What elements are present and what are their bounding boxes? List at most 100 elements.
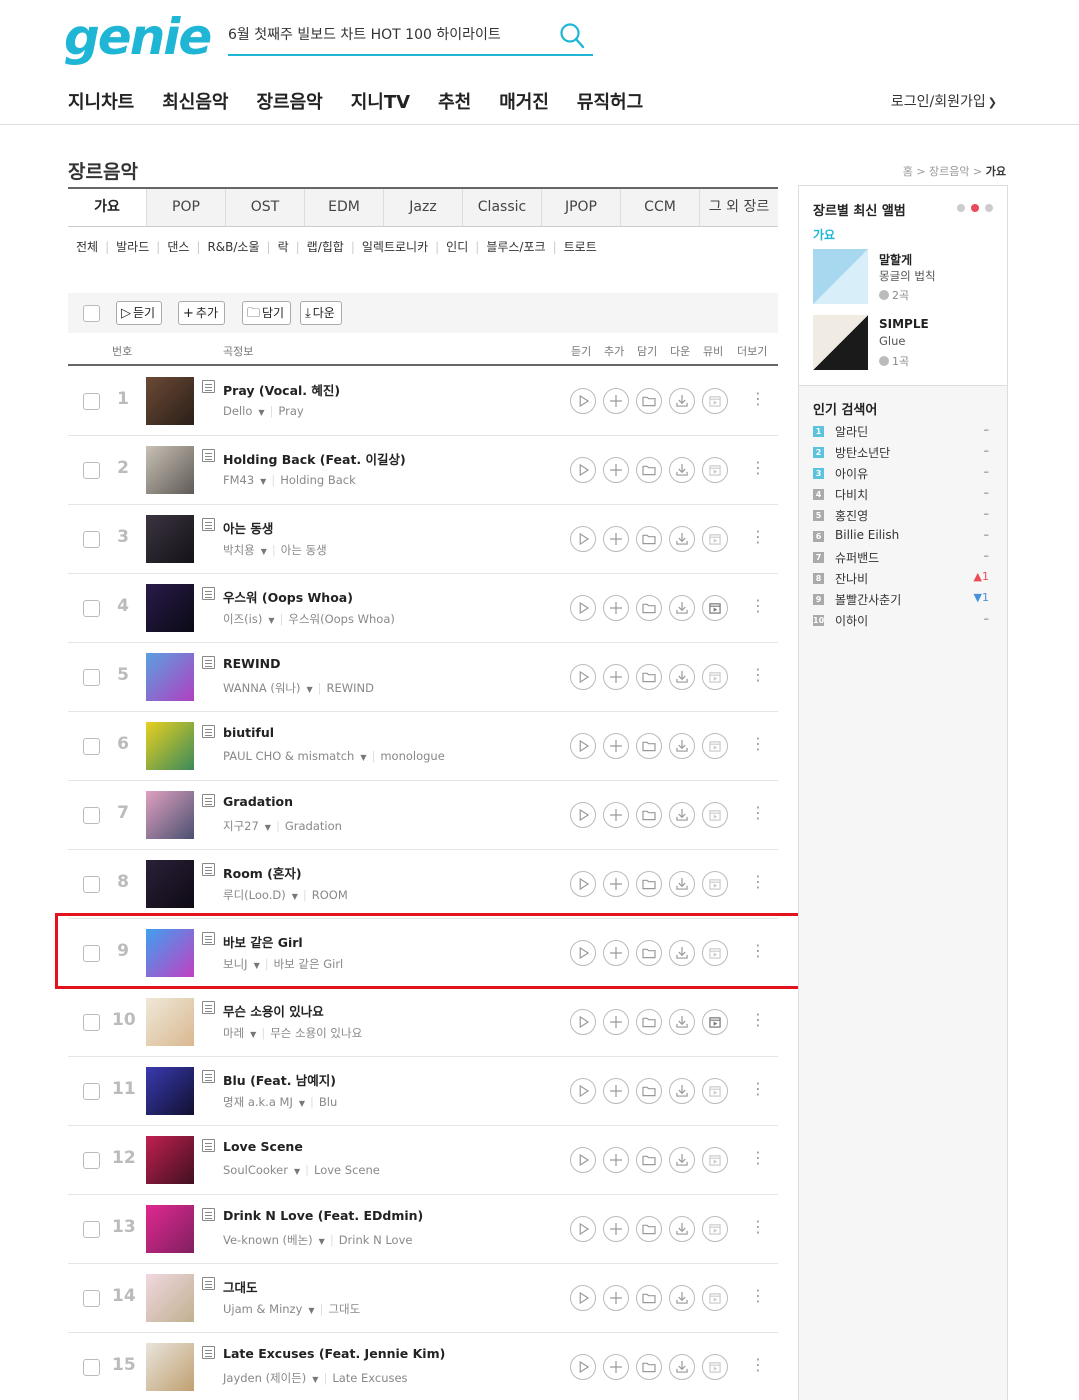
track-title[interactable]: Drink N Love (Feat. EDdmin) bbox=[223, 1208, 423, 1223]
track-album[interactable]: Gradation bbox=[285, 819, 342, 833]
track-artist[interactable]: 마레 bbox=[223, 1026, 244, 1040]
tab-pop[interactable]: POP bbox=[146, 189, 225, 226]
caret-down-icon[interactable]: ▼ bbox=[306, 685, 312, 694]
subgenre-all[interactable]: 전체 bbox=[76, 238, 98, 255]
track-title[interactable]: Room (혼자) bbox=[223, 863, 302, 882]
popular-search-item[interactable]: 9 볼빨간사춘기 ▼1 bbox=[813, 590, 993, 611]
lyrics-icon[interactable] bbox=[202, 794, 215, 807]
music-video-icon[interactable] bbox=[702, 733, 728, 759]
row-checkbox[interactable] bbox=[83, 531, 100, 548]
lyrics-icon[interactable] bbox=[202, 1001, 215, 1014]
download-icon[interactable] bbox=[669, 1285, 695, 1311]
add-icon[interactable] bbox=[603, 733, 629, 759]
more-options-icon[interactable]: ⋮ bbox=[750, 1011, 766, 1029]
popular-keyword[interactable]: 슈퍼밴드 bbox=[835, 549, 879, 566]
track-artist[interactable]: 루디(Loo.D) bbox=[223, 888, 286, 902]
caret-down-icon[interactable]: ▼ bbox=[258, 408, 264, 417]
row-checkbox[interactable] bbox=[83, 462, 100, 479]
add-icon[interactable] bbox=[603, 595, 629, 621]
download-icon[interactable] bbox=[669, 1216, 695, 1242]
music-video-icon[interactable] bbox=[702, 1285, 728, 1311]
download-icon[interactable] bbox=[669, 1078, 695, 1104]
track-album[interactable]: monologue bbox=[380, 749, 444, 763]
save-button[interactable]: 🗀 담기 bbox=[242, 301, 292, 325]
lyrics-icon[interactable] bbox=[202, 725, 215, 738]
track-title[interactable]: 무슨 소용이 있나요 bbox=[223, 1001, 324, 1020]
track-album[interactable]: Holding Back bbox=[280, 473, 356, 487]
play-icon[interactable] bbox=[570, 1216, 596, 1242]
add-icon[interactable] bbox=[603, 871, 629, 897]
album-cover[interactable] bbox=[146, 791, 194, 839]
popular-search-item[interactable]: 5 홍진영 – bbox=[813, 506, 993, 527]
row-checkbox[interactable] bbox=[83, 1221, 100, 1238]
play-icon[interactable] bbox=[570, 457, 596, 483]
tab-ccm[interactable]: CCM bbox=[620, 189, 699, 226]
caret-down-icon[interactable]: ▼ bbox=[250, 1030, 256, 1039]
more-options-icon[interactable]: ⋮ bbox=[750, 873, 766, 891]
album-name[interactable]: 말할게 bbox=[879, 251, 912, 268]
carousel-dot-active[interactable] bbox=[971, 204, 979, 212]
play-icon[interactable] bbox=[570, 871, 596, 897]
download-icon[interactable] bbox=[669, 733, 695, 759]
lyrics-icon[interactable] bbox=[202, 1277, 215, 1290]
search-input[interactable] bbox=[228, 26, 548, 42]
popular-search-item[interactable]: 10 이하이 – bbox=[813, 611, 993, 632]
play-icon[interactable] bbox=[570, 664, 596, 690]
subgenre-rock[interactable]: 락 bbox=[260, 238, 289, 255]
track-title[interactable]: 그대도 bbox=[223, 1277, 258, 1296]
tab-other-genres[interactable]: 그 외 장르 bbox=[699, 189, 778, 226]
album-cover[interactable] bbox=[146, 1274, 194, 1322]
track-album[interactable]: Pray bbox=[278, 404, 303, 418]
track-album[interactable]: 아는 동생 bbox=[281, 543, 327, 557]
play-icon[interactable] bbox=[570, 1078, 596, 1104]
subgenre-trot[interactable]: 트로트 bbox=[546, 238, 597, 255]
track-artist[interactable]: PAUL CHO & mismatch bbox=[223, 749, 354, 763]
subgenre-blues-folk[interactable]: 블루스/포크 bbox=[468, 238, 545, 255]
play-icon[interactable] bbox=[570, 1354, 596, 1380]
row-checkbox[interactable] bbox=[83, 1152, 100, 1169]
more-options-icon[interactable]: ⋮ bbox=[750, 1149, 766, 1167]
track-artist[interactable]: Ve-known (베논) bbox=[223, 1233, 313, 1247]
add-button[interactable]: + 추가 bbox=[178, 301, 225, 325]
lyrics-icon[interactable] bbox=[202, 1070, 215, 1083]
album-item[interactable]: SIMPLE Glue 1곡 bbox=[813, 315, 1003, 371]
download-icon[interactable] bbox=[669, 526, 695, 552]
folder-icon[interactable] bbox=[636, 871, 662, 897]
track-artist[interactable]: 박치용 bbox=[223, 543, 255, 557]
folder-icon[interactable] bbox=[636, 1354, 662, 1380]
subgenre-dance[interactable]: 댄스 bbox=[149, 238, 189, 255]
caret-down-icon[interactable]: ▼ bbox=[308, 1306, 314, 1315]
track-artist[interactable]: 지구27 bbox=[223, 819, 259, 833]
search-icon[interactable] bbox=[559, 22, 585, 50]
row-checkbox[interactable] bbox=[83, 393, 100, 410]
folder-icon[interactable] bbox=[636, 1009, 662, 1035]
popular-keyword[interactable]: 홍진영 bbox=[835, 507, 868, 524]
tab-classic[interactable]: Classic bbox=[462, 189, 541, 226]
track-title[interactable]: REWIND bbox=[223, 656, 280, 671]
caret-down-icon[interactable]: ▼ bbox=[265, 823, 271, 832]
breadcrumb-genre[interactable]: 장르음악 bbox=[929, 165, 969, 178]
subgenre-indie[interactable]: 인디 bbox=[428, 238, 468, 255]
add-icon[interactable] bbox=[603, 388, 629, 414]
more-options-icon[interactable]: ⋮ bbox=[750, 1080, 766, 1098]
popular-keyword[interactable]: 이하이 bbox=[835, 612, 868, 629]
more-options-icon[interactable]: ⋮ bbox=[750, 1218, 766, 1236]
folder-icon[interactable] bbox=[636, 388, 662, 414]
nav-new-music[interactable]: 최신음악 bbox=[162, 88, 228, 114]
music-video-icon[interactable] bbox=[702, 1216, 728, 1242]
album-cover[interactable] bbox=[813, 249, 868, 304]
popular-keyword[interactable]: Billie Eilish bbox=[835, 528, 899, 542]
more-options-icon[interactable]: ⋮ bbox=[750, 390, 766, 408]
latest-category[interactable]: 가요 bbox=[813, 226, 835, 243]
popular-keyword[interactable]: 잔나비 bbox=[835, 570, 868, 587]
play-icon[interactable] bbox=[570, 1147, 596, 1173]
caret-down-icon[interactable]: ▼ bbox=[299, 1099, 305, 1108]
carousel-dot[interactable] bbox=[985, 204, 993, 212]
play-icon[interactable] bbox=[570, 1285, 596, 1311]
caret-down-icon[interactable]: ▼ bbox=[292, 892, 298, 901]
lyrics-icon[interactable] bbox=[202, 656, 215, 669]
genie-logo[interactable]: genie bbox=[64, 8, 212, 66]
music-video-icon[interactable] bbox=[702, 457, 728, 483]
folder-icon[interactable] bbox=[636, 1285, 662, 1311]
track-artist[interactable]: Jayden (제이든) bbox=[223, 1371, 306, 1385]
